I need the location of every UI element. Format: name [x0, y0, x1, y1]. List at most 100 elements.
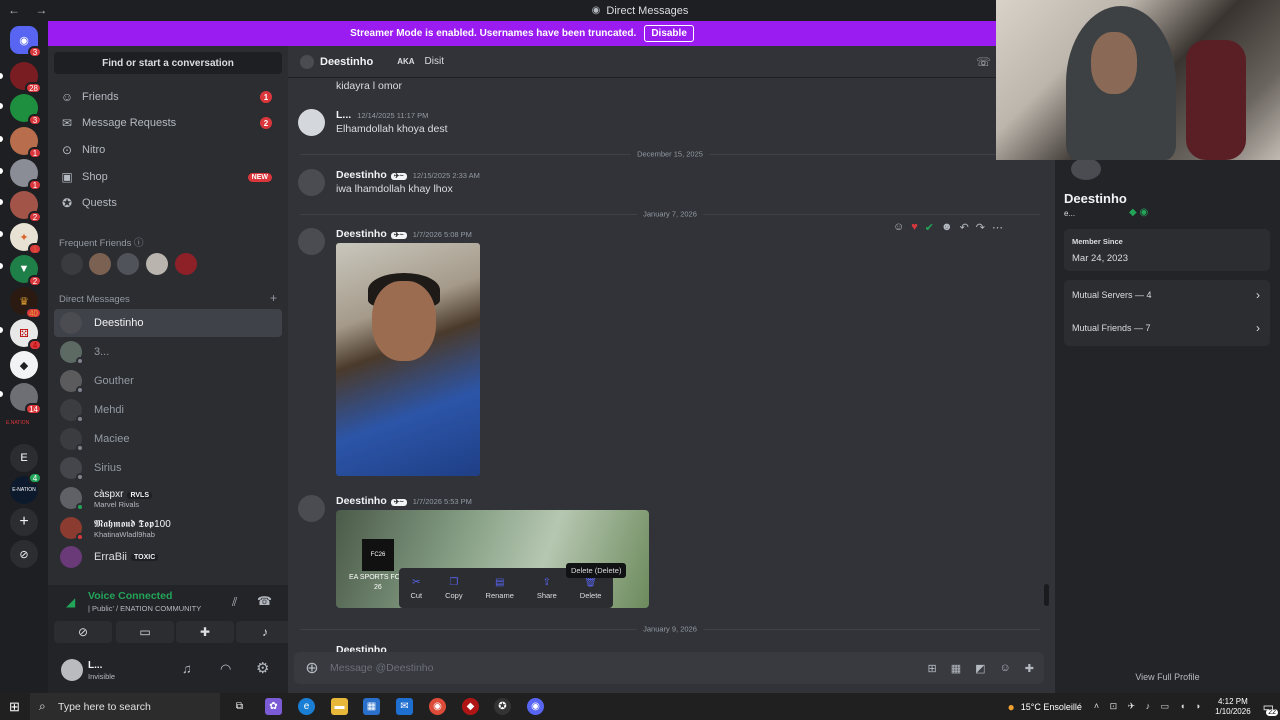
dm-item[interactable]: 𝕸𝖆𝖍𝖒𝖔𝖚𝖉 𝕿𝖔𝖕100 KhatinaWladl9hab	[54, 514, 282, 542]
server-icon[interactable]: 28	[10, 62, 42, 94]
apps-icon[interactable]: ✚	[1025, 662, 1034, 675]
plus-icon[interactable]: +	[270, 291, 277, 305]
taskbar-search[interactable]: ⌕ Type here to search	[30, 693, 220, 720]
forward-icon[interactable]: ↷	[976, 221, 985, 234]
more-icon[interactable]: ⋯	[992, 221, 1003, 234]
dm-item[interactable]: 3...	[54, 338, 282, 366]
headphones-icon[interactable]: ◠	[220, 661, 231, 677]
laugh-reaction-icon[interactable]: ☺	[893, 221, 904, 233]
windows-start-icon[interactable]: ⊞	[9, 699, 20, 715]
disable-button[interactable]: Disable	[644, 25, 694, 42]
soundboard-button[interactable]: ♪	[236, 621, 294, 643]
tray-icons[interactable]: ˄ ⊡ ✈ ♪ ▭ ◖ ◗	[1094, 701, 1205, 712]
mutual-friends-row[interactable]: Mutual Friends — 7 ›	[1072, 321, 1262, 337]
dm-item[interactable]: Sirius	[54, 454, 282, 482]
message-author[interactable]: Deestinho ✈~ 12/15/2025 2:33 AM	[336, 169, 480, 181]
share-button[interactable]: ⇪ Share	[537, 577, 557, 600]
delete-button[interactable]: 🗑 Delete	[580, 577, 602, 600]
weather-icon[interactable]: ●	[1007, 700, 1014, 714]
store-icon[interactable]: ▦	[363, 698, 380, 715]
frequent-friend-avatar[interactable]	[146, 253, 168, 275]
notification-icon[interactable]: ▭ 22	[1263, 700, 1278, 716]
search-input[interactable]: Find or start a conversation	[54, 52, 282, 74]
author-name[interactable]: Deestinho	[336, 169, 387, 181]
mutual-servers-row[interactable]: Mutual Servers — 4 ›	[1072, 288, 1262, 304]
server-icon[interactable]: 1	[10, 127, 42, 159]
app-icon[interactable]: ✪	[494, 698, 511, 715]
rename-button[interactable]: ▤ Rename	[486, 577, 514, 600]
mail-app-icon[interactable]: ✉	[396, 698, 413, 715]
cut-button[interactable]: ✂ Cut	[410, 577, 422, 600]
message-author[interactable]: Deestinho ✈~ 1/7/2026 5:53 PM	[336, 495, 472, 507]
message-author[interactable]: Deestinho	[336, 644, 387, 652]
weather-text[interactable]: 15°C Ensoleillé	[1021, 702, 1082, 712]
dm-item[interactable]: càspxr RVLS Marvel Rivals	[54, 484, 282, 512]
disconnect-icon[interactable]: ☎	[257, 594, 272, 608]
server-icon[interactable]: ▼ 2	[10, 255, 42, 287]
message-author[interactable]: Deestinho ✈~ 1/7/2026 5:08 PM	[336, 228, 472, 240]
gif-icon[interactable]: ▦	[951, 662, 961, 675]
nav-quests[interactable]: ✪ Quests	[54, 191, 282, 215]
add-reaction-icon[interactable]: ☻	[941, 221, 953, 233]
activities-button[interactable]: ✚	[176, 621, 234, 643]
noise-suppression-icon[interactable]: ⫽	[232, 595, 237, 610]
server-letter-icon[interactable]: E	[10, 444, 38, 472]
info-icon[interactable]: ⓘ	[134, 238, 144, 249]
edge-icon[interactable]: e	[298, 698, 315, 715]
dm-item[interactable]: Gouther	[54, 367, 282, 395]
heart-reaction-icon[interactable]: ♥	[911, 221, 918, 233]
settings-gear-icon[interactable]: ⚙	[256, 659, 269, 677]
server-icon[interactable]: 1	[10, 159, 42, 191]
voice-channel[interactable]: | Public' / ENATION COMMUNITY	[88, 604, 201, 613]
voice-status[interactable]: Voice Connected	[88, 590, 172, 602]
user-avatar[interactable]	[61, 659, 83, 681]
nav-shop[interactable]: ▣ Shop NEW	[54, 165, 282, 189]
screen-share-button[interactable]: ▭	[116, 621, 174, 643]
scrollbar-thumb[interactable]	[1044, 584, 1049, 606]
avatar[interactable]	[298, 228, 325, 255]
nav-nitro[interactable]: ⊙ Nitro	[54, 138, 282, 162]
voice-call-icon[interactable]: ☏	[976, 55, 991, 69]
mic-icon[interactable]: ♫	[182, 661, 192, 676]
image-attachment[interactable]	[336, 243, 480, 476]
emoji-icon[interactable]: ☺	[1000, 662, 1011, 675]
server-icon[interactable]: 14	[10, 383, 42, 415]
file-explorer-icon[interactable]: ▬	[331, 698, 348, 715]
dm-item[interactable]: Maciee	[54, 425, 282, 453]
author-name[interactable]: L...	[336, 109, 351, 121]
author-name[interactable]: Deestinho	[336, 495, 387, 507]
discord-taskbar-icon[interactable]: ◉	[527, 698, 544, 715]
copy-button[interactable]: ❐ Copy	[445, 577, 463, 600]
check-reaction-icon[interactable]: ✔	[925, 221, 934, 234]
frequent-friend-avatar[interactable]	[61, 253, 83, 275]
nav-arrows[interactable]: ← →	[8, 3, 53, 17]
message-input[interactable]: Message @Deestinho	[330, 662, 433, 674]
chrome-icon[interactable]: ◉	[429, 698, 446, 715]
nav-friends[interactable]: ☺ Friends 1	[54, 85, 282, 109]
frequent-friend-avatar[interactable]	[175, 253, 197, 275]
app-icon[interactable]: ◆	[462, 698, 479, 715]
dm-item[interactable]: ErraBii TOXIC	[54, 543, 282, 571]
message-author[interactable]: L... 12/14/2025 11:17 PM	[336, 109, 428, 121]
discover-button[interactable]: ⊘	[10, 540, 38, 568]
server-icon[interactable]: ◆	[10, 351, 38, 379]
frequent-friend-avatar[interactable]	[117, 253, 139, 275]
clock[interactable]: 4:12 PM 1/10/2026	[1215, 697, 1251, 717]
server-icon[interactable]: 2	[10, 191, 42, 223]
gift-icon[interactable]: ⊞	[928, 662, 937, 675]
server-icon[interactable]: 3	[10, 94, 42, 126]
author-name[interactable]: Deestinho	[336, 228, 387, 240]
home-button[interactable]: ◉ 3	[10, 26, 42, 58]
server-icon[interactable]: ✦ 1	[10, 223, 42, 255]
server-icon[interactable]: ♛ 40	[10, 287, 42, 319]
attach-plus-icon[interactable]: ⊕	[294, 658, 330, 678]
view-full-profile-link[interactable]: View Full Profile	[1055, 672, 1280, 682]
add-server-button[interactable]: +	[10, 508, 38, 536]
server-icon[interactable]: E-NATION 4	[10, 472, 42, 504]
task-view-icon[interactable]: ⧉	[231, 698, 248, 715]
sticker-icon[interactable]: ◩	[975, 662, 985, 675]
nav-message-requests[interactable]: ✉ Message Requests 2	[54, 111, 282, 135]
copilot-icon[interactable]: ✿	[265, 698, 282, 715]
camera-button[interactable]: ⊘	[54, 621, 112, 643]
dm-item[interactable]: Deestinho	[54, 309, 282, 337]
